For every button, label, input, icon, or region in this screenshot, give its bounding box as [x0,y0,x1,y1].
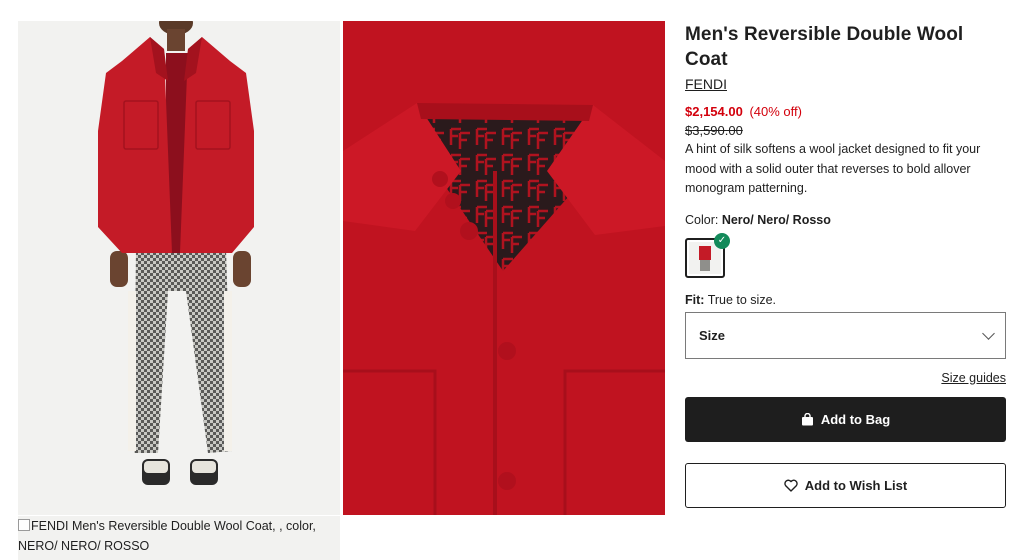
collar-detail-illustration [343,21,665,515]
original-price: $3,590.00 [685,123,743,138]
chevron-down-icon [982,326,995,340]
size-guides-link[interactable]: Size guides [685,371,1006,385]
add-to-bag-button[interactable]: Add to Bag [685,396,1006,442]
product-image-detail[interactable] [343,21,665,515]
check-icon: ✓ [714,232,730,249]
model-illustration [98,21,254,485]
product-title: Men's Reversible Double Wool Coat [685,24,964,70]
product-info-panel: Men's Reversible Double Wool Coat FENDI … [685,22,1006,508]
add-to-wish-list-label: Add to Wish List [804,477,908,493]
fit-row: Fit: True to size. [685,293,1006,307]
color-swatch-selected[interactable]: ✓ [685,232,730,278]
product-image-broken[interactable]: FENDI Men's Reversible Double Wool Coat,… [18,516,340,560]
add-to-wish-list-button[interactable]: Add to Wish List [685,462,1006,508]
discount-label: (40% off) [749,104,802,119]
color-label: Color: [685,212,719,227]
color-value: Nero/ Nero/ Rosso [721,212,831,227]
product-image-model[interactable] [18,21,340,515]
size-dropdown-label: Size [699,327,726,343]
shopping-bag-icon [801,412,814,426]
size-dropdown[interactable]: Size [685,311,1006,359]
image-alt-text: FENDI Men's Reversible Double Wool Coat,… [18,519,316,553]
fit-label: Fit: [685,292,705,307]
price-row: $2,154.00 (40% off) [685,103,1006,121]
sale-price: $2,154.00 [685,104,743,119]
broken-image-icon [18,519,30,531]
fit-value: True to size. [707,292,776,307]
product-gallery: FENDI Men's Reversible Double Wool Coat,… [0,0,680,560]
heart-icon [784,479,798,492]
color-row: Color: Nero/ Nero/ Rosso [685,213,1006,227]
product-description: A hint of silk softens a wool jacket des… [685,142,981,195]
add-to-bag-label: Add to Bag [820,411,891,427]
brand-link[interactable]: FENDI [685,76,727,92]
